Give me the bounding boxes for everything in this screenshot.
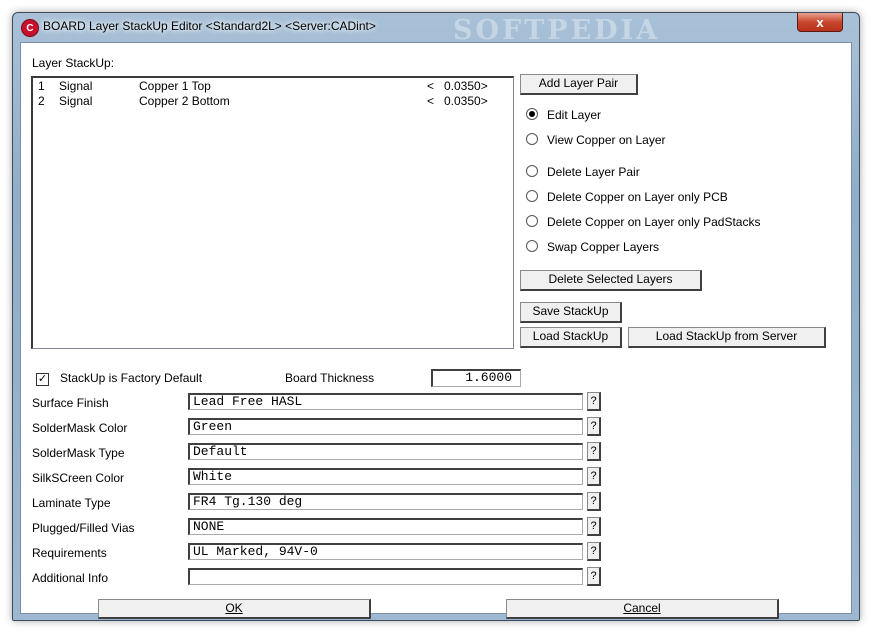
title-bar[interactable]: C BOARD Layer StackUp Editor <Standard2L… bbox=[13, 13, 859, 46]
layer-number: 2 bbox=[38, 94, 45, 108]
laminate-type-label: Laminate Type bbox=[32, 496, 111, 510]
radio-edit-layer[interactable] bbox=[526, 108, 538, 120]
app-logo-icon[interactable]: C bbox=[21, 19, 39, 37]
checkmark-icon: ✓ bbox=[37, 373, 48, 385]
radio-label: Delete Copper on Layer only PadStacks bbox=[547, 215, 761, 229]
laminate-type-help-button[interactable]: ? bbox=[587, 492, 601, 511]
radio-delete-copper-padstacks[interactable] bbox=[526, 215, 538, 227]
radio-label: View Copper on Layer bbox=[547, 133, 666, 147]
plugged-vias-help-button[interactable]: ? bbox=[587, 517, 601, 536]
list-item[interactable]: 1 Signal Copper 1 Top < 0.0350> bbox=[33, 79, 513, 94]
factory-default-checkbox[interactable]: ✓ bbox=[36, 373, 49, 386]
load-stackup-from-server-button[interactable]: Load StackUp from Server bbox=[628, 327, 826, 348]
layer-number: 1 bbox=[38, 79, 45, 93]
soldermask-type-label: SolderMask Type bbox=[32, 446, 125, 460]
layer-thickness: 0.0350> bbox=[444, 94, 488, 108]
layer-name: Copper 1 Top bbox=[139, 79, 211, 93]
laminate-type-field[interactable]: FR4 Tg.130 deg bbox=[188, 493, 583, 510]
board-thickness-field[interactable]: 1.6000 bbox=[431, 369, 521, 387]
silkscreen-color-field[interactable]: White bbox=[188, 468, 583, 485]
soldermask-color-field[interactable]: Green bbox=[188, 418, 583, 435]
stackup-list[interactable]: 1 Signal Copper 1 Top < 0.0350> 2 Signal… bbox=[31, 76, 514, 349]
load-stackup-button[interactable]: Load StackUp bbox=[520, 327, 622, 348]
close-button[interactable]: x bbox=[797, 13, 843, 32]
silkscreen-color-help-button[interactable]: ? bbox=[587, 467, 601, 486]
window-title: BOARD Layer StackUp Editor <Standard2L> … bbox=[43, 19, 376, 33]
surface-finish-label: Surface Finish bbox=[32, 396, 109, 410]
list-item[interactable]: 2 Signal Copper 2 Bottom < 0.0350> bbox=[33, 94, 513, 109]
plugged-vias-field[interactable]: NONE bbox=[188, 518, 583, 535]
radio-delete-copper-pcb[interactable] bbox=[526, 190, 538, 202]
close-icon: x bbox=[816, 14, 824, 30]
board-thickness-label: Board Thickness bbox=[285, 371, 375, 385]
factory-default-label: StackUp is Factory Default bbox=[60, 371, 203, 385]
ok-button[interactable]: OK bbox=[98, 599, 371, 619]
requirements-field[interactable]: UL Marked, 94V-0 bbox=[188, 543, 583, 560]
thickness-open: < bbox=[427, 79, 435, 93]
save-stackup-button[interactable]: Save StackUp bbox=[520, 302, 622, 323]
soldermask-color-help-button[interactable]: ? bbox=[587, 417, 601, 436]
stackup-label: Layer StackUp: bbox=[32, 56, 115, 70]
thickness-open: < bbox=[427, 94, 435, 108]
radio-swap-copper-layers[interactable] bbox=[526, 240, 538, 252]
cancel-button[interactable]: Cancel bbox=[506, 599, 779, 619]
additional-info-help-button[interactable]: ? bbox=[587, 567, 601, 586]
radio-view-copper[interactable] bbox=[526, 133, 538, 145]
layer-type: Signal bbox=[59, 94, 93, 108]
soldermask-type-field[interactable]: Default bbox=[188, 443, 583, 460]
requirements-label: Requirements bbox=[32, 546, 107, 560]
silkscreen-color-label: SilkSCreen Color bbox=[32, 471, 125, 485]
requirements-help-button[interactable]: ? bbox=[587, 542, 601, 561]
additional-info-label: Additional Info bbox=[32, 571, 109, 585]
surface-finish-field[interactable]: Lead Free HASL bbox=[188, 393, 583, 410]
soldermask-color-label: SolderMask Color bbox=[32, 421, 128, 435]
radio-label: Edit Layer bbox=[547, 108, 602, 122]
dialog-body: Layer StackUp: 1 Signal Copper 1 Top < 0… bbox=[20, 42, 852, 619]
add-layer-pair-button[interactable]: Add Layer Pair bbox=[520, 74, 638, 95]
radio-label: Delete Layer Pair bbox=[547, 165, 640, 179]
radio-delete-layer-pair[interactable] bbox=[526, 165, 538, 177]
layer-thickness: 0.0350> bbox=[444, 79, 488, 93]
radio-label: Swap Copper Layers bbox=[547, 240, 660, 254]
radio-label: Delete Copper on Layer only PCB bbox=[547, 190, 728, 204]
layer-type: Signal bbox=[59, 79, 93, 93]
additional-info-field[interactable] bbox=[188, 568, 583, 585]
dialog-window: C BOARD Layer StackUp Editor <Standard2L… bbox=[12, 12, 860, 621]
surface-finish-help-button[interactable]: ? bbox=[587, 392, 601, 411]
delete-selected-layers-button[interactable]: Delete Selected Layers bbox=[520, 270, 702, 291]
plugged-vias-label: Plugged/Filled Vias bbox=[32, 521, 135, 535]
soldermask-type-help-button[interactable]: ? bbox=[587, 442, 601, 461]
layer-name: Copper 2 Bottom bbox=[139, 94, 230, 108]
